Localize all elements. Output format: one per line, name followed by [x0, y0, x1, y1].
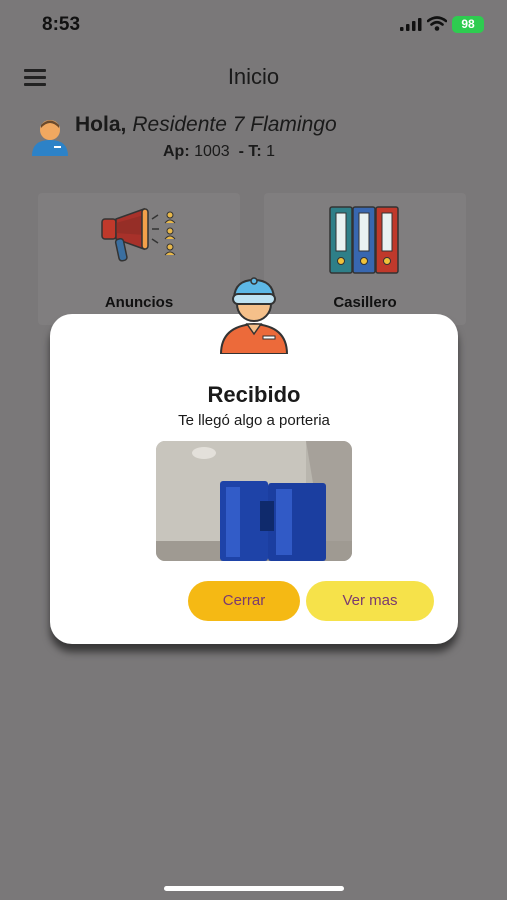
battery-icon: 98	[452, 16, 484, 33]
card-anuncios[interactable]: Anuncios	[38, 193, 240, 325]
megaphone-icon	[101, 207, 176, 262]
greeting-label: Hola,	[75, 113, 127, 136]
package-photo	[156, 441, 352, 561]
card-casillero[interactable]: Casillero	[264, 193, 466, 325]
see-more-button[interactable]: Ver mas	[306, 581, 434, 621]
dialog-subtitle: Te llegó algo a porteria	[178, 412, 330, 429]
dialog-title: Recibido	[207, 382, 301, 407]
battery-level: 98	[461, 17, 475, 31]
ap-label: Ap:	[163, 143, 190, 160]
apartment-info: Ap: 1003 - T: 1	[163, 143, 275, 161]
received-dialog: Recibido Te llegó algo a porteria Cerrar…	[50, 314, 458, 644]
status-bar: 8:53 98	[0, 0, 507, 48]
ap-value: 1003	[194, 143, 230, 160]
greeting: Hola, Residente 7 Flamingo	[75, 113, 337, 137]
status-time: 8:53	[42, 14, 81, 35]
card-label: Anuncios	[104, 294, 174, 311]
tower-label: - T:	[238, 143, 262, 160]
cellular-signal-icon	[400, 18, 422, 31]
avatar	[32, 120, 68, 156]
wifi-icon	[427, 16, 447, 31]
resident-name: Residente 7 Flamingo	[132, 113, 337, 136]
home-indicator[interactable]	[164, 886, 344, 891]
page-title: Inicio	[227, 64, 280, 89]
porter-avatar-icon	[219, 277, 289, 354]
card-label: Casillero	[333, 294, 397, 311]
tower-value: 1	[266, 143, 276, 160]
binders-icon	[329, 206, 399, 274]
close-button[interactable]: Cerrar	[188, 581, 300, 621]
